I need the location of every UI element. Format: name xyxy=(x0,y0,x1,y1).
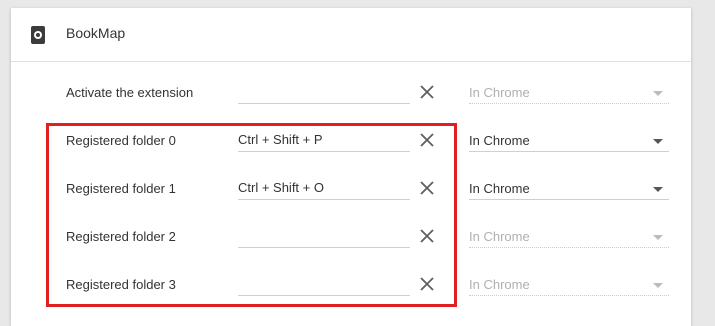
scope-select[interactable]: In Chrome xyxy=(469,274,669,296)
scope-value: In Chrome xyxy=(469,85,530,100)
row-label: Registered folder 1 xyxy=(66,181,176,196)
scope-value: In Chrome xyxy=(469,277,530,292)
scope-select[interactable]: In Chrome xyxy=(469,178,669,200)
card-header: BookMap xyxy=(11,8,691,62)
shortcut-row-folder-1: Registered folder 1 Ctrl + Shift + O In … xyxy=(11,166,691,214)
shortcut-row-activate: Activate the extension In Chrome xyxy=(11,70,691,118)
row-label: Registered folder 0 xyxy=(66,133,176,148)
shortcut-row-folder-3: Registered folder 3 In Chrome xyxy=(11,262,691,310)
extension-name: BookMap xyxy=(66,25,126,41)
close-icon[interactable] xyxy=(417,130,437,150)
scope-value: In Chrome xyxy=(469,181,530,196)
shortcut-input[interactable] xyxy=(238,224,410,248)
scope-select[interactable]: In Chrome xyxy=(469,130,669,152)
chevron-down-icon xyxy=(653,283,663,288)
close-icon[interactable] xyxy=(417,274,437,294)
scope-select[interactable]: In Chrome xyxy=(469,82,669,104)
extension-shortcuts-card: BookMap Activate the extension In Chrome… xyxy=(11,8,691,326)
close-icon[interactable] xyxy=(417,82,437,102)
scope-value: In Chrome xyxy=(469,229,530,244)
shortcut-input[interactable]: Ctrl + Shift + O xyxy=(238,176,410,200)
chevron-down-icon xyxy=(653,187,663,192)
chevron-down-icon xyxy=(653,139,663,144)
extension-icon xyxy=(31,26,45,44)
row-label: Activate the extension xyxy=(66,85,194,100)
shortcut-row-folder-2: Registered folder 2 In Chrome xyxy=(11,214,691,262)
shortcut-row-folder-0: Registered folder 0 Ctrl + Shift + P In … xyxy=(11,118,691,166)
scope-value: In Chrome xyxy=(469,133,530,148)
shortcut-input[interactable] xyxy=(238,272,410,296)
scope-select[interactable]: In Chrome xyxy=(469,226,669,248)
close-icon[interactable] xyxy=(417,226,437,246)
chevron-down-icon xyxy=(653,91,663,96)
row-label: Registered folder 2 xyxy=(66,229,176,244)
chevron-down-icon xyxy=(653,235,663,240)
shortcut-input[interactable] xyxy=(238,80,410,104)
shortcut-input[interactable]: Ctrl + Shift + P xyxy=(238,128,410,152)
row-label: Registered folder 3 xyxy=(66,277,176,292)
close-icon[interactable] xyxy=(417,178,437,198)
